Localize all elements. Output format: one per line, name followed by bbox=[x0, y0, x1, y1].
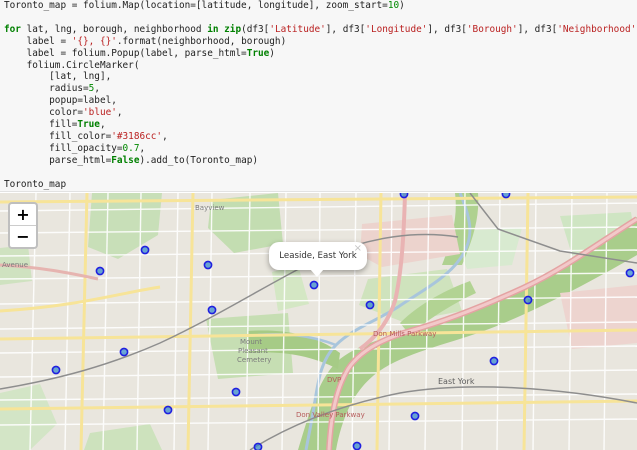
code-line: [lat, lng], bbox=[4, 71, 111, 82]
code-token: 10 bbox=[387, 0, 400, 11]
code-token: .format(neighborhood, borough) bbox=[116, 35, 287, 47]
folium-map[interactable]: Avenue Mount Pleasant Cemetery East York… bbox=[0, 193, 637, 450]
neighborhood-marker[interactable] bbox=[140, 245, 150, 255]
code-token: 'Neighborhood' bbox=[557, 23, 637, 35]
map-label: Don Mills Parkway bbox=[373, 330, 437, 338]
code-token: radius= bbox=[4, 83, 89, 95]
map-label: Pleasant bbox=[238, 347, 268, 355]
code-token: ) bbox=[269, 47, 275, 59]
code-line: label = '{}, {}'.format(neighborhood, bo… bbox=[4, 35, 287, 47]
code-token: ], df3[ bbox=[325, 23, 366, 35]
code-token: (df3[ bbox=[241, 23, 270, 35]
code-line: fill_opacity=0.7, bbox=[4, 143, 145, 154]
code-token: True bbox=[246, 47, 270, 59]
code-token: , bbox=[162, 130, 168, 142]
code-token: ], df3[ bbox=[427, 23, 467, 35]
neighborhood-marker[interactable] bbox=[501, 193, 511, 199]
code-line: fill_color='#3186cc', bbox=[4, 131, 168, 142]
zoom-control: + − bbox=[8, 202, 38, 249]
code-token: False bbox=[111, 154, 140, 166]
code-line: color='blue', bbox=[4, 107, 123, 119]
code-line: folium.CircleMarker( bbox=[4, 59, 140, 71]
zoom-in-button[interactable]: + bbox=[10, 204, 36, 225]
popup-tip bbox=[310, 269, 324, 277]
code-token: , bbox=[99, 119, 106, 131]
code-line: radius=5, bbox=[4, 83, 100, 94]
code-token: zip bbox=[224, 23, 242, 35]
code-token: ) bbox=[399, 0, 405, 11]
code-token: , bbox=[116, 107, 123, 119]
code-token: ], df3[ bbox=[517, 23, 558, 35]
code-token: folium.CircleMarker( bbox=[4, 59, 140, 71]
neighborhood-marker[interactable] bbox=[625, 268, 635, 278]
code-token: label = bbox=[4, 35, 72, 47]
code-token: for bbox=[4, 23, 21, 35]
code-token: Toronto_map = folium.Map(location=[latit… bbox=[4, 0, 388, 11]
code-token: fill= bbox=[4, 119, 78, 131]
code-token: parse_html= bbox=[4, 154, 112, 166]
code-token: '{}, {}' bbox=[71, 35, 117, 47]
code-token: 'blue' bbox=[83, 107, 117, 119]
code-token: 'Latitude' bbox=[269, 23, 326, 35]
code-token: , bbox=[94, 83, 100, 95]
neighborhood-marker[interactable] bbox=[253, 442, 263, 450]
neighborhood-marker[interactable] bbox=[95, 266, 105, 276]
code-token: [lat, lng], bbox=[4, 71, 112, 83]
code-token: True bbox=[77, 119, 100, 131]
neighborhood-marker[interactable] bbox=[309, 280, 319, 290]
code-token: '#3186cc' bbox=[111, 130, 163, 142]
code-line: label = folium.Popup(label, parse_html=T… bbox=[4, 48, 275, 59]
zoom-out-button[interactable]: − bbox=[10, 225, 36, 247]
code-line: parse_html=False).add_to(Toronto_map) bbox=[4, 155, 258, 166]
map-label: Cemetery bbox=[237, 356, 272, 364]
marker-popup: Leaside, East York × bbox=[269, 242, 367, 277]
code-token: label = folium.Popup(label, parse_html= bbox=[4, 47, 247, 59]
neighborhood-marker[interactable] bbox=[352, 441, 362, 450]
code-token: , bbox=[139, 142, 146, 154]
code-token: fill_color= bbox=[4, 130, 112, 142]
neighborhood-marker[interactable] bbox=[119, 347, 129, 357]
code-line: fill=True, bbox=[4, 119, 106, 131]
neighborhood-marker[interactable] bbox=[207, 305, 217, 315]
map-label: DVP bbox=[327, 376, 342, 384]
commercial-area bbox=[560, 285, 637, 349]
neighborhood-marker[interactable] bbox=[489, 356, 499, 366]
code-token: ).add_to(Toronto_map) bbox=[139, 154, 259, 166]
neighborhood-marker[interactable] bbox=[523, 295, 533, 305]
code-token: 'Borough' bbox=[466, 23, 518, 35]
code-line: for lat, lng, borough, neighborhood in z… bbox=[4, 24, 637, 35]
code-token: in bbox=[207, 23, 219, 35]
neighborhood-marker[interactable] bbox=[399, 193, 409, 199]
code-line: Toronto_map bbox=[4, 179, 66, 190]
neighborhood-marker[interactable] bbox=[51, 365, 61, 375]
map-label: Don Valley Parkway bbox=[296, 411, 365, 419]
code-token: Toronto_map bbox=[4, 178, 67, 190]
neighborhood-marker[interactable] bbox=[365, 300, 375, 310]
map-label: Avenue bbox=[2, 261, 29, 269]
code-token: 0.7 bbox=[122, 142, 140, 154]
code-token: lat, lng, borough, neighborhood bbox=[20, 23, 208, 35]
code-line: Toronto_map = folium.Map(location=[latit… bbox=[4, 0, 405, 11]
code-editor[interactable]: Toronto_map = folium.Map(location=[latit… bbox=[4, 0, 637, 191]
map-label: East York bbox=[438, 377, 475, 386]
neighborhood-marker[interactable] bbox=[410, 411, 420, 421]
popup-text: Leaside, East York bbox=[279, 251, 357, 261]
code-token: 'Longitude' bbox=[365, 23, 428, 35]
code-token: fill_opacity= bbox=[4, 142, 123, 154]
code-token: popup=label, bbox=[4, 95, 117, 107]
close-icon[interactable]: × bbox=[354, 243, 362, 255]
code-token: color= bbox=[4, 107, 84, 119]
neighborhood-marker[interactable] bbox=[231, 387, 241, 397]
map-label: Bayview bbox=[195, 204, 225, 212]
neighborhood-marker[interactable] bbox=[163, 405, 173, 415]
code-line: popup=label, bbox=[4, 95, 117, 106]
neighborhood-marker[interactable] bbox=[203, 260, 213, 270]
map-label: Mount bbox=[240, 338, 262, 346]
code-cell[interactable]: Toronto_map = folium.Map(location=[latit… bbox=[0, 0, 637, 192]
